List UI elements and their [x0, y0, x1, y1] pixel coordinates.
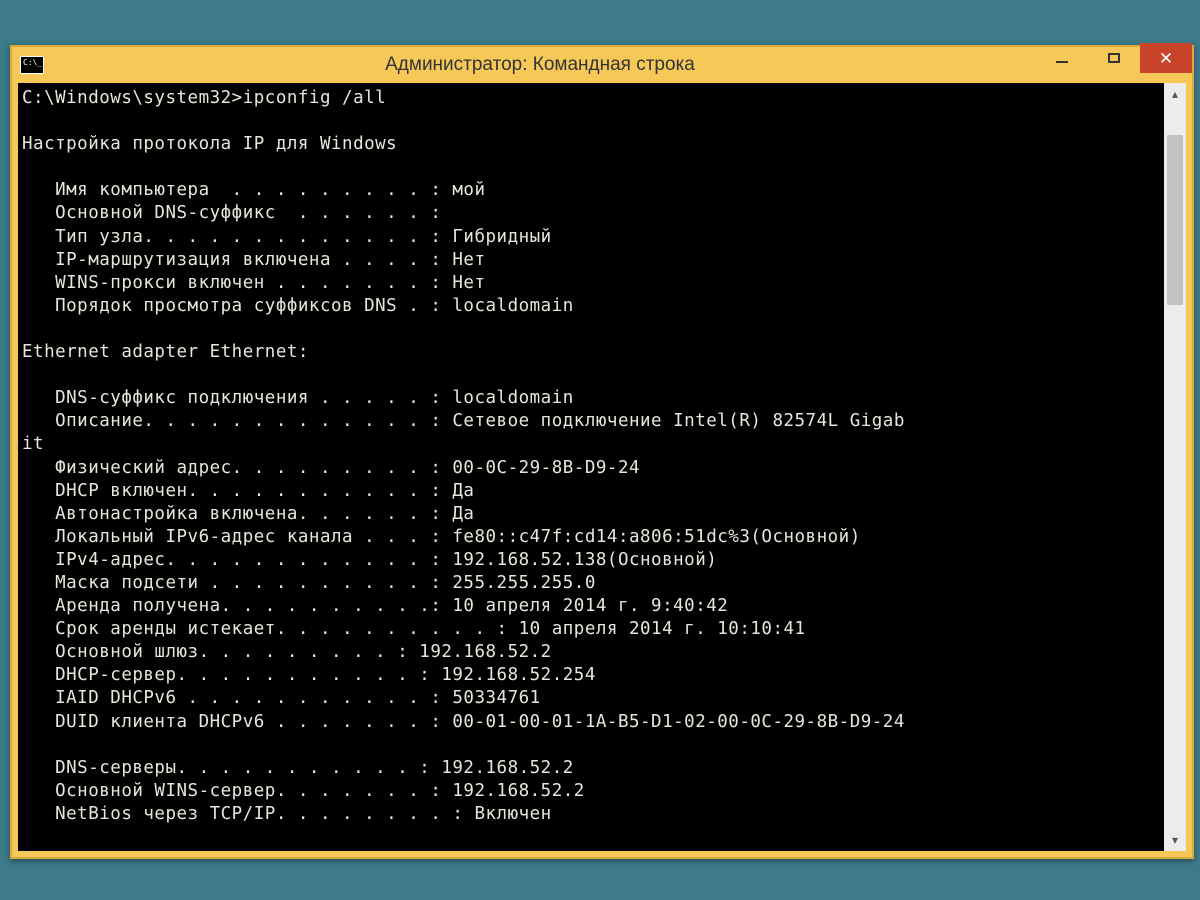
- dns-search-list-line: Порядок просмотра суффиксов DNS . : loca…: [22, 296, 574, 316]
- ip-routing-line: IP-маршрутизация включена . . . . : Нет: [22, 250, 486, 270]
- terminal-output[interactable]: C:\Windows\system32>ipconfig /all Настро…: [18, 83, 1164, 851]
- autoconfig-line: Автонастройка включена. . . . . . : Да: [22, 504, 474, 524]
- cmd-icon: [20, 56, 44, 74]
- dhcp-server-line: DHCP-сервер. . . . . . . . . . . : 192.1…: [22, 665, 596, 685]
- description-line: Описание. . . . . . . . . . . . . : Сете…: [22, 411, 905, 431]
- command-prompt-window: Администратор: Командная строка ✕ C:\Win…: [10, 45, 1194, 859]
- netbios-tcpip-line: NetBios через TCP/IP. . . . . . . . : Вк…: [22, 804, 552, 824]
- client-area: C:\Windows\system32>ipconfig /all Настро…: [18, 83, 1186, 851]
- scroll-up-arrow-icon[interactable]: ▴: [1164, 83, 1186, 105]
- subnet-mask-line: Маска подсети . . . . . . . . . . : 255.…: [22, 573, 596, 593]
- lease-expires-line: Срок аренды истекает. . . . . . . . . . …: [22, 619, 806, 639]
- host-name-line: Имя компьютера . . . . . . . . . : мой: [22, 180, 486, 200]
- prompt-line-1: C:\Windows\system32>ipconfig /all: [22, 88, 386, 108]
- scroll-thumb[interactable]: [1167, 135, 1183, 305]
- close-button[interactable]: ✕: [1140, 43, 1192, 73]
- scroll-down-arrow-icon[interactable]: ▾: [1164, 829, 1186, 851]
- connection-dns-suffix-line: DNS-суффикс подключения . . . . . : loca…: [22, 388, 574, 408]
- description-line-wrap: it: [22, 434, 44, 454]
- default-gateway-line: Основной шлюз. . . . . . . . . : 192.168…: [22, 642, 552, 662]
- wins-proxy-line: WINS-прокси включен . . . . . . . : Нет: [22, 273, 486, 293]
- lease-obtained-line: Аренда получена. . . . . . . . . .: 10 а…: [22, 596, 728, 616]
- node-type-line: Тип узла. . . . . . . . . . . . . : Гибр…: [22, 227, 552, 247]
- window-title: Администратор: Командная строка: [44, 54, 1036, 76]
- minimize-button[interactable]: [1036, 43, 1088, 73]
- scroll-track[interactable]: [1164, 105, 1186, 829]
- window-controls: ✕: [1036, 47, 1192, 83]
- minimize-icon: [1056, 61, 1068, 63]
- ipv4-address-line: IPv4-адрес. . . . . . . . . . . . : 192.…: [22, 550, 717, 570]
- vertical-scrollbar[interactable]: ▴ ▾: [1164, 83, 1186, 851]
- prompt-line-2: C:\Windows\system32>: [22, 850, 243, 851]
- titlebar[interactable]: Администратор: Командная строка ✕: [12, 47, 1192, 83]
- dns-servers-line: DNS-серверы. . . . . . . . . . . : 192.1…: [22, 758, 574, 778]
- dhcpv6-duid-line: DUID клиента DHCPv6 . . . . . . . : 00-0…: [22, 712, 905, 732]
- primary-wins-server-line: Основной WINS-сервер. . . . . . . : 192.…: [22, 781, 585, 801]
- dhcp-enabled-line: DHCP включен. . . . . . . . . . . : Да: [22, 481, 474, 501]
- dhcpv6-iaid-line: IAID DHCPv6 . . . . . . . . . . . : 5033…: [22, 688, 541, 708]
- adapter-header: Ethernet adapter Ethernet:: [22, 342, 309, 362]
- close-icon: ✕: [1159, 50, 1173, 67]
- physical-address-line: Физический адрес. . . . . . . . . : 00-0…: [22, 458, 640, 478]
- section-header-ipconfig: Настройка протокола IP для Windows: [22, 134, 397, 154]
- maximize-button[interactable]: [1088, 43, 1140, 73]
- link-local-ipv6-line: Локальный IPv6-адрес канала . . . : fe80…: [22, 527, 861, 547]
- primary-dns-suffix-line: Основной DNS-суффикс . . . . . . :: [22, 203, 441, 223]
- maximize-icon: [1108, 53, 1120, 63]
